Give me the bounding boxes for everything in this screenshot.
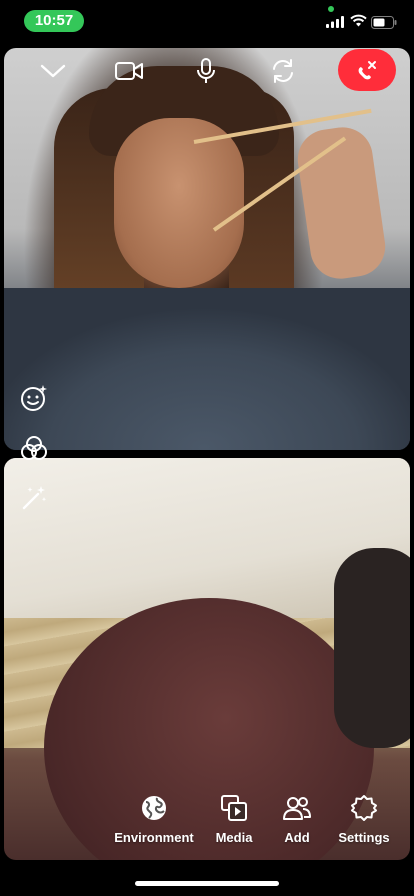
remote-person-sweater bbox=[4, 288, 410, 450]
switch-camera-button[interactable] bbox=[266, 56, 300, 86]
remote-video-feed[interactable] bbox=[4, 48, 410, 450]
media-label: Media bbox=[215, 830, 253, 845]
toggle-video-button[interactable] bbox=[112, 56, 146, 86]
chevron-down-icon bbox=[40, 64, 66, 78]
globe-icon bbox=[142, 796, 166, 820]
add-participant-button[interactable]: Add bbox=[276, 792, 318, 845]
minimize-button[interactable] bbox=[36, 56, 70, 86]
status-bar: 10:57 bbox=[0, 0, 414, 44]
remote-person-hand bbox=[293, 123, 390, 283]
status-time: 10:57 bbox=[24, 10, 84, 32]
gear-icon bbox=[351, 795, 377, 821]
local-dark-area bbox=[334, 548, 410, 748]
environment-label: Environment bbox=[114, 830, 194, 845]
filters-button[interactable] bbox=[20, 434, 48, 462]
beauty-button[interactable] bbox=[20, 484, 48, 512]
environment-button[interactable]: Environment bbox=[114, 792, 194, 845]
mute-button[interactable] bbox=[189, 56, 223, 86]
settings-button[interactable]: Settings bbox=[336, 792, 392, 845]
media-icon bbox=[221, 795, 247, 821]
home-indicator[interactable] bbox=[135, 881, 279, 886]
call-controls-bar bbox=[4, 48, 410, 94]
add-people-icon bbox=[283, 797, 311, 820]
media-button[interactable]: Media bbox=[207, 792, 261, 845]
switch-camera-icon bbox=[273, 59, 293, 83]
end-call-icon bbox=[358, 61, 376, 80]
microphone-icon bbox=[197, 58, 215, 83]
face-effects-icon bbox=[21, 385, 47, 411]
remote-person-face bbox=[114, 118, 244, 288]
filters-icon bbox=[21, 436, 47, 460]
beauty-wand-icon bbox=[22, 486, 47, 510]
add-label: Add bbox=[284, 830, 310, 845]
face-effects-button[interactable] bbox=[20, 384, 48, 412]
signal-icon bbox=[326, 16, 344, 28]
wifi-icon bbox=[350, 14, 367, 27]
battery-icon bbox=[371, 16, 397, 29]
end-call-button[interactable] bbox=[338, 49, 396, 91]
settings-label: Settings bbox=[338, 830, 390, 845]
camera-in-use-indicator bbox=[328, 6, 334, 12]
video-camera-icon bbox=[115, 62, 143, 80]
